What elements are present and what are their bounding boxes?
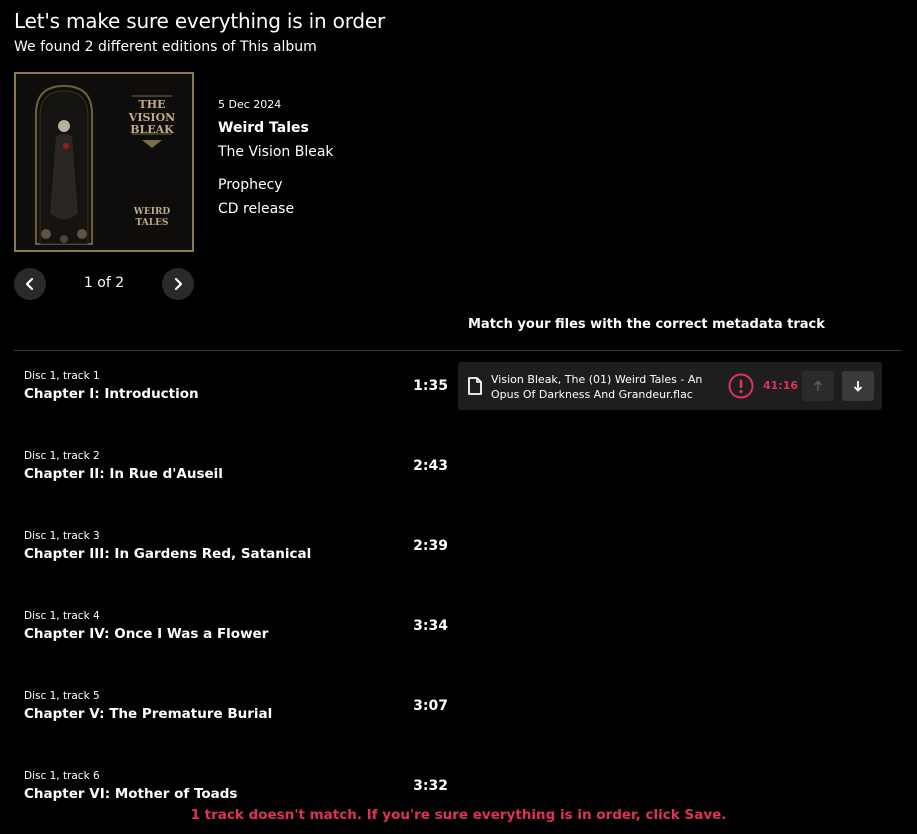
file-icon [468,377,482,395]
track-duration: 1:35 [413,378,448,394]
previous-edition-button[interactable] [14,268,46,300]
cover-logo-top: THE [139,98,166,111]
file-match-card[interactable]: Vision Bleak, The (01) Weird Tales - An … [458,362,882,410]
page-subtitle: We found 2 different editions of This al… [14,39,317,55]
arrow-down-icon [853,381,863,392]
track-position: Disc 1, track 4 [24,610,100,622]
edition-pager: 1 of 2 [83,275,125,291]
move-down-button[interactable] [842,371,874,401]
track-position: Disc 1, track 2 [24,450,100,462]
release-label: Prophecy [218,177,283,193]
track-duration: 3:07 [413,698,448,714]
svg-text:TALES: TALES [136,218,169,228]
track-row: Disc 1, track 6 Chapter VI: Mother of To… [24,770,448,810]
track-row: Disc 1, track 1 Chapter I: Introduction … [24,370,448,410]
divider [14,350,902,351]
track-duration: 2:39 [413,538,448,554]
album-cover-art: WEIRD TALES THE VISION BLEAK [16,74,192,250]
track-row: Disc 1, track 5 Chapter V: The Premature… [24,690,448,730]
track-row: Disc 1, track 2 Chapter II: In Rue d'Aus… [24,450,448,490]
release-artist: The Vision Bleak [218,144,334,160]
track-position: Disc 1, track 5 [24,690,100,702]
track-title: Chapter IV: Once I Was a Flower [24,626,269,642]
mismatch-warning: 1 track doesn't match. If you're sure ev… [190,807,727,823]
release-date: 5 Dec 2024 [218,98,282,111]
move-up-button[interactable] [802,371,834,401]
release-title: Weird Tales [218,120,309,136]
arrow-up-icon [813,380,823,391]
file-duration: 41:16 [763,379,799,392]
warning-icon [728,373,754,399]
track-title: Chapter III: In Gardens Red, Satanical [24,546,312,562]
file-name: Vision Bleak, The (01) Weird Tales - An … [491,373,703,401]
track-duration: 2:43 [413,458,448,474]
track-title: Chapter V: The Premature Burial [24,706,273,722]
cover-logo-bottom: WEIRD [133,207,171,217]
track-row: Disc 1, track 3 Chapter III: In Gardens … [24,530,448,570]
chevron-right-icon [174,277,183,291]
match-heading: Match your files with the correct metada… [468,317,825,332]
track-position: Disc 1, track 3 [24,530,100,542]
track-duration: 3:32 [413,778,448,794]
release-details: 5 Dec 2024 Weird Tales The Vision Bleak … [218,98,334,217]
album-cover: WEIRD TALES THE VISION BLEAK [14,72,194,252]
track-duration: 3:34 [413,618,448,634]
track-position: Disc 1, track 1 [24,370,100,382]
track-title: Chapter II: In Rue d'Auseil [24,466,223,482]
page-title: Let's make sure everything is in order [14,9,385,33]
release-format: CD release [218,201,295,217]
track-title: Chapter I: Introduction [24,386,199,402]
track-title: Chapter VI: Mother of Toads [24,786,238,802]
track-row: Disc 1, track 4 Chapter IV: Once I Was a… [24,610,448,650]
chevron-left-icon [25,277,34,291]
next-edition-button[interactable] [162,268,194,300]
track-position: Disc 1, track 6 [24,770,100,782]
svg-text:BLEAK: BLEAK [130,123,174,136]
